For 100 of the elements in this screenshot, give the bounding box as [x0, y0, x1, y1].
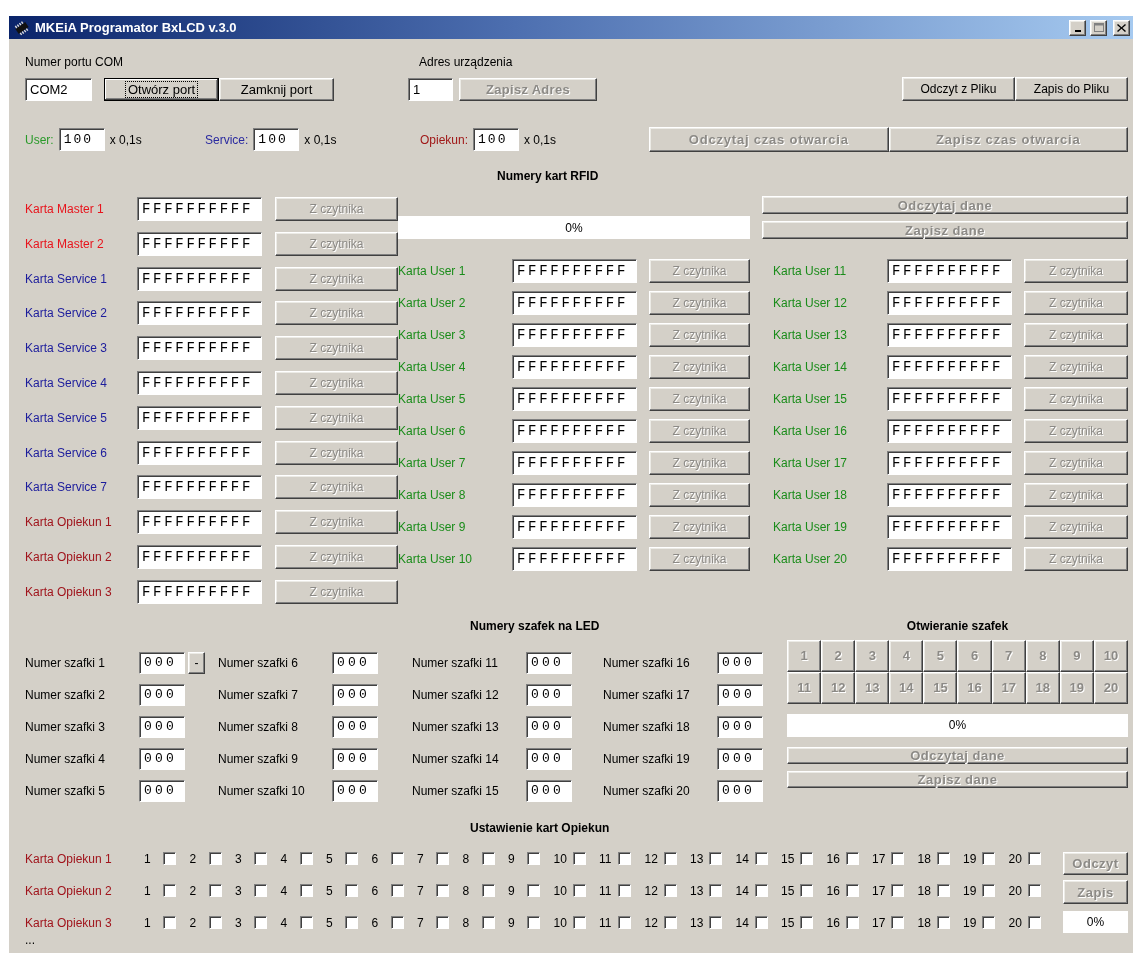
checkbox[interactable] — [254, 852, 267, 866]
checkbox[interactable] — [1027, 916, 1041, 930]
card-number-field[interactable]: FFFFFFFFFF — [512, 387, 637, 411]
card-number-field[interactable]: FFFFFFFFFF — [137, 475, 262, 500]
card-number-field[interactable]: FFFFFFFFFF — [887, 451, 1012, 475]
card-number-field[interactable]: FFFFFFFFFF — [512, 483, 637, 507]
checkbox[interactable] — [618, 852, 631, 866]
card-number-field[interactable]: FFFFFFFFFF — [512, 419, 637, 443]
checkbox[interactable] — [527, 884, 540, 898]
checkbox[interactable] — [845, 884, 859, 898]
checkbox[interactable] — [208, 916, 222, 930]
checkbox[interactable] — [663, 852, 677, 866]
locker-field[interactable]: 000 — [717, 779, 763, 802]
checkbox[interactable] — [754, 916, 768, 930]
small-button[interactable]: - — [188, 651, 205, 674]
card-number-field[interactable]: FFFFFFFFFF — [137, 197, 262, 221]
close-button[interactable] — [1113, 19, 1130, 36]
card-number-field[interactable]: FFFFFFFFFF — [887, 291, 1012, 315]
checkbox[interactable] — [345, 916, 358, 930]
port-field[interactable]: COM2 — [25, 78, 92, 101]
checkbox[interactable] — [618, 884, 631, 898]
checkbox[interactable] — [709, 884, 722, 898]
locker-field[interactable]: 000 — [332, 715, 378, 738]
card-number-field[interactable]: FFFFFFFFFF — [137, 544, 262, 569]
checkbox[interactable] — [163, 884, 176, 898]
locker-field[interactable]: 000 — [717, 715, 763, 738]
checkbox[interactable] — [618, 916, 631, 930]
checkbox[interactable] — [436, 916, 449, 930]
checkbox[interactable] — [254, 916, 267, 930]
checkbox[interactable] — [709, 916, 722, 930]
locker-field[interactable]: 000 — [139, 651, 185, 674]
locker-field[interactable]: 000 — [717, 683, 763, 706]
checkbox[interactable] — [163, 852, 176, 866]
checkbox[interactable] — [527, 852, 540, 866]
card-number-field[interactable]: FFFFFFFFFF — [137, 336, 262, 361]
time-field[interactable]: 100 — [253, 128, 300, 151]
locker-field[interactable]: 000 — [526, 747, 572, 770]
maximize-button[interactable] — [1090, 19, 1107, 36]
file-button[interactable]: Odczyt z Pliku — [902, 77, 1015, 101]
checkbox[interactable] — [572, 884, 586, 898]
locker-field[interactable]: 000 — [526, 683, 572, 706]
checkbox[interactable] — [982, 852, 995, 866]
checkbox[interactable] — [754, 852, 768, 866]
card-number-field[interactable]: FFFFFFFFFF — [887, 387, 1012, 411]
locker-field[interactable]: 000 — [332, 779, 378, 802]
checkbox[interactable] — [481, 852, 495, 866]
card-number-field[interactable]: FFFFFFFFFF — [887, 515, 1012, 539]
card-number-field[interactable]: FFFFFFFFFF — [137, 266, 262, 291]
checkbox[interactable] — [891, 884, 904, 898]
checkbox[interactable] — [982, 916, 995, 930]
locker-field[interactable]: 000 — [717, 747, 763, 770]
locker-field[interactable]: 000 — [139, 683, 185, 706]
card-number-field[interactable]: FFFFFFFFFF — [512, 291, 637, 315]
card-number-field[interactable]: FFFFFFFFFF — [887, 483, 1012, 507]
checkbox[interactable] — [345, 884, 358, 898]
checkbox[interactable] — [527, 916, 540, 930]
card-number-field[interactable]: FFFFFFFFFF — [512, 547, 637, 571]
card-number-field[interactable]: FFFFFFFFFF — [137, 440, 262, 465]
checkbox[interactable] — [663, 916, 677, 930]
checkbox[interactable] — [208, 884, 222, 898]
checkbox[interactable] — [481, 884, 495, 898]
card-number-field[interactable]: FFFFFFFFFF — [137, 510, 262, 535]
card-number-field[interactable]: FFFFFFFFFF — [887, 547, 1012, 571]
checkbox[interactable] — [208, 852, 222, 866]
checkbox[interactable] — [1027, 852, 1041, 866]
checkbox[interactable] — [572, 852, 586, 866]
card-number-field[interactable]: FFFFFFFFFF — [512, 323, 637, 347]
card-number-field[interactable]: FFFFFFFFFF — [137, 301, 262, 326]
locker-field[interactable]: 000 — [526, 715, 572, 738]
checkbox[interactable] — [845, 852, 859, 866]
minimize-button[interactable] — [1069, 19, 1086, 36]
card-number-field[interactable]: FFFFFFFFFF — [137, 579, 262, 604]
checkbox[interactable] — [936, 852, 950, 866]
card-number-field[interactable]: FFFFFFFFFF — [512, 259, 637, 283]
locker-field[interactable]: 000 — [332, 651, 378, 674]
checkbox[interactable] — [299, 916, 313, 930]
checkbox[interactable] — [299, 852, 313, 866]
card-number-field[interactable]: FFFFFFFFFF — [512, 451, 637, 475]
checkbox[interactable] — [800, 852, 813, 866]
checkbox[interactable] — [254, 884, 267, 898]
locker-field[interactable]: 000 — [139, 747, 185, 770]
card-number-field[interactable]: FFFFFFFFFF — [887, 419, 1012, 443]
time-field[interactable]: 100 — [473, 128, 520, 151]
port-button[interactable]: Otwórz port — [104, 78, 219, 101]
checkbox[interactable] — [936, 884, 950, 898]
checkbox[interactable] — [299, 884, 313, 898]
address-field[interactable]: 1 — [408, 78, 453, 101]
checkbox[interactable] — [572, 916, 586, 930]
checkbox[interactable] — [1027, 884, 1041, 898]
locker-field[interactable]: 000 — [526, 651, 572, 674]
checkbox[interactable] — [663, 884, 677, 898]
checkbox[interactable] — [845, 916, 859, 930]
checkbox[interactable] — [436, 852, 449, 866]
checkbox[interactable] — [800, 884, 813, 898]
card-number-field[interactable]: FFFFFFFFFF — [887, 355, 1012, 379]
locker-field[interactable]: 000 — [332, 747, 378, 770]
card-number-field[interactable]: FFFFFFFFFF — [887, 259, 1012, 283]
checkbox[interactable] — [163, 916, 176, 930]
locker-field[interactable]: 000 — [717, 651, 763, 674]
checkbox[interactable] — [709, 852, 722, 866]
